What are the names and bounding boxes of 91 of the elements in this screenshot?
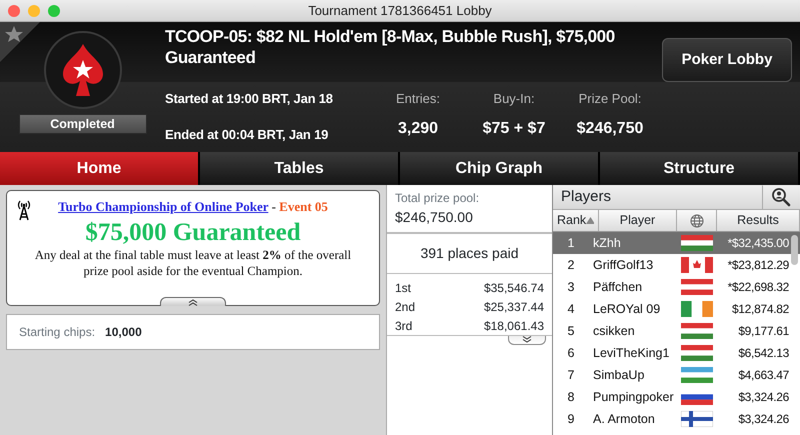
player-row[interactable]: 8 Pumpingpoker $3,324.26 (553, 386, 800, 408)
flag-icon (681, 301, 713, 317)
rank-number: 7 (566, 366, 576, 384)
scrollbar-thumb[interactable] (791, 235, 798, 265)
result-amount: *$22,698.32 (726, 279, 789, 296)
result-amount: $12,874.82 (730, 301, 789, 318)
stat-value: $246,750 (576, 118, 644, 138)
stat-label: Entries: (396, 90, 440, 108)
player-row[interactable]: 5 csikken $9,177.61 (553, 320, 800, 342)
event-link[interactable]: Turbo Championship of Online Poker (58, 199, 268, 214)
rank-number: 2 (566, 256, 576, 274)
stat-value: $75 + $7 (482, 118, 546, 138)
result-amount: *$23,812.29 (726, 257, 789, 274)
result-amount: $3,324.26 (737, 389, 789, 406)
end-time: Ended at 00:04 BRT, Jan 19 (165, 126, 330, 144)
flag-icon (681, 323, 713, 339)
poker-lobby-button[interactable]: Poker Lobby (662, 38, 792, 82)
place-label: 2nd (395, 298, 416, 316)
place-label: 1st (395, 280, 412, 296)
rank-number: 8 (566, 388, 576, 406)
column-label: Rank (557, 212, 586, 230)
player-name: csikken (592, 322, 636, 340)
prize-amount: $25,337.44 (484, 298, 544, 316)
stat-label: Buy-In: (493, 90, 535, 108)
tab[interactable]: Tables (200, 152, 400, 185)
window-title: Tournament 1781366451 Lobby (308, 2, 492, 20)
player-name: SimbaUp (592, 366, 646, 384)
tab[interactable]: Chip Graph (400, 152, 600, 185)
rank-column-header[interactable]: Rank (553, 210, 599, 231)
player-name: Pumpingpoker (592, 388, 675, 406)
rank-number: 9 (566, 410, 576, 428)
player-name: LeROYal 09 (592, 300, 662, 318)
sort-ascending-icon (586, 217, 594, 224)
tournament-title: TCOOP-05: $82 NL Hold'em [8-Max, Bubble Rush], $75,000 Guaranteed (165, 26, 616, 68)
result-amount: *$32,435.00 (726, 235, 789, 252)
rank-number: 5 (566, 322, 576, 340)
column-header[interactable]: Results (717, 210, 800, 231)
player-name: LeviTheKing1 (592, 344, 670, 362)
globe-icon (690, 214, 704, 228)
result-amount: $4,663.47 (737, 367, 789, 384)
flag-icon (681, 257, 713, 273)
places-paid: 391 places paid (387, 234, 552, 274)
status-ribbon: Completed (18, 114, 146, 134)
star-icon[interactable] (0, 22, 40, 62)
starting-chips-value: 10,000 (105, 324, 142, 341)
player-row[interactable]: 7 SimbaUp $4,663.47 (553, 364, 800, 386)
starting-chips-label: Starting chips: (19, 324, 96, 341)
flag-icon (681, 279, 713, 295)
antenna-icon (17, 199, 31, 221)
result-amount: $9,177.61 (737, 323, 789, 340)
collapse-toggle[interactable] (160, 297, 226, 306)
guarantee-headline: $75,000 Guaranteed (84, 219, 302, 247)
rank-number: 3 (566, 278, 576, 296)
chevron-up-icon (188, 298, 198, 306)
prize-pool-label: Total prize pool: (395, 190, 480, 207)
stat-value: 3,290 (398, 118, 438, 138)
separator-text: - (270, 199, 277, 214)
player-row[interactable]: 1 kZhh *$32,435.00 (553, 232, 800, 254)
search-icon (771, 187, 791, 207)
flag-icon (681, 235, 713, 251)
player-name: kZhh (592, 234, 622, 252)
player-row[interactable]: 3 Päffchen *$22,698.32 (553, 276, 800, 298)
column-header[interactable]: Player (599, 210, 677, 231)
prize-amount: $18,061.43 (484, 318, 544, 334)
player-name: GriffGolf13 (592, 256, 654, 274)
rule-note: Any deal at the final table must leave at least 2% of the overall prize pool aside for the eventual Champion. (34, 247, 352, 279)
player-row[interactable]: 4 LeROYal 09 $12,874.82 (553, 298, 800, 320)
result-amount: $3,324.26 (737, 411, 789, 428)
tab[interactable]: Home (0, 152, 200, 185)
stat-label: Prize Pool: (578, 90, 642, 108)
player-row[interactable]: 9 A. Armoton $3,324.26 (553, 408, 800, 430)
event-number: Event 05 (279, 199, 328, 214)
player-row[interactable]: 2 GriffGolf13 *$23,812.29 (553, 254, 800, 276)
rank-number: 6 (566, 344, 576, 362)
chevron-down-icon (522, 336, 532, 343)
expand-toggle[interactable] (508, 336, 546, 345)
player-name: A. Armoton (592, 410, 656, 428)
start-time: Started at 19:00 BRT, Jan 18 (165, 90, 333, 108)
flag-icon (681, 411, 713, 427)
player-name: Päffchen (592, 278, 644, 296)
rank-number: 4 (566, 300, 576, 318)
place-label: 3rd (395, 318, 412, 334)
prize-pool-value: $246,750.00 (395, 208, 474, 227)
rank-number: 1 (566, 234, 576, 252)
result-amount: $6,542.13 (737, 345, 789, 362)
player-row[interactable]: 6 LeviTheKing1 $6,542.13 (553, 342, 800, 364)
flag-icon (681, 345, 713, 361)
prize-amount: $35,546.74 (484, 280, 544, 296)
tab[interactable]: Structure (600, 152, 800, 185)
flag-icon (681, 367, 713, 383)
players-title: Players (560, 186, 612, 207)
